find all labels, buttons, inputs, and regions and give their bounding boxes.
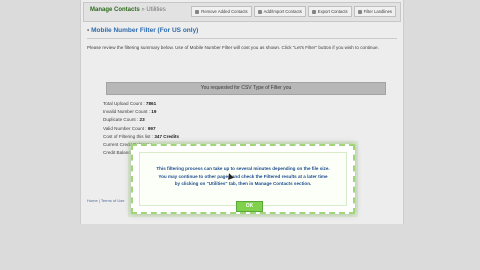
message-line: by clicking on "Utilities" tab, then in …: [174, 181, 312, 186]
dialog-body: This filtering process can take up to se…: [139, 152, 347, 212]
ok-button[interactable]: OK: [236, 201, 263, 212]
message-line: This filtering process can take up to se…: [156, 166, 330, 171]
processing-dialog: This filtering process can take up to se…: [131, 144, 355, 214]
dialog-message: This filtering process can take up to se…: [146, 165, 340, 188]
modal-overlay: [0, 0, 480, 270]
message-line: You may continue to other pages and chec…: [158, 173, 328, 179]
